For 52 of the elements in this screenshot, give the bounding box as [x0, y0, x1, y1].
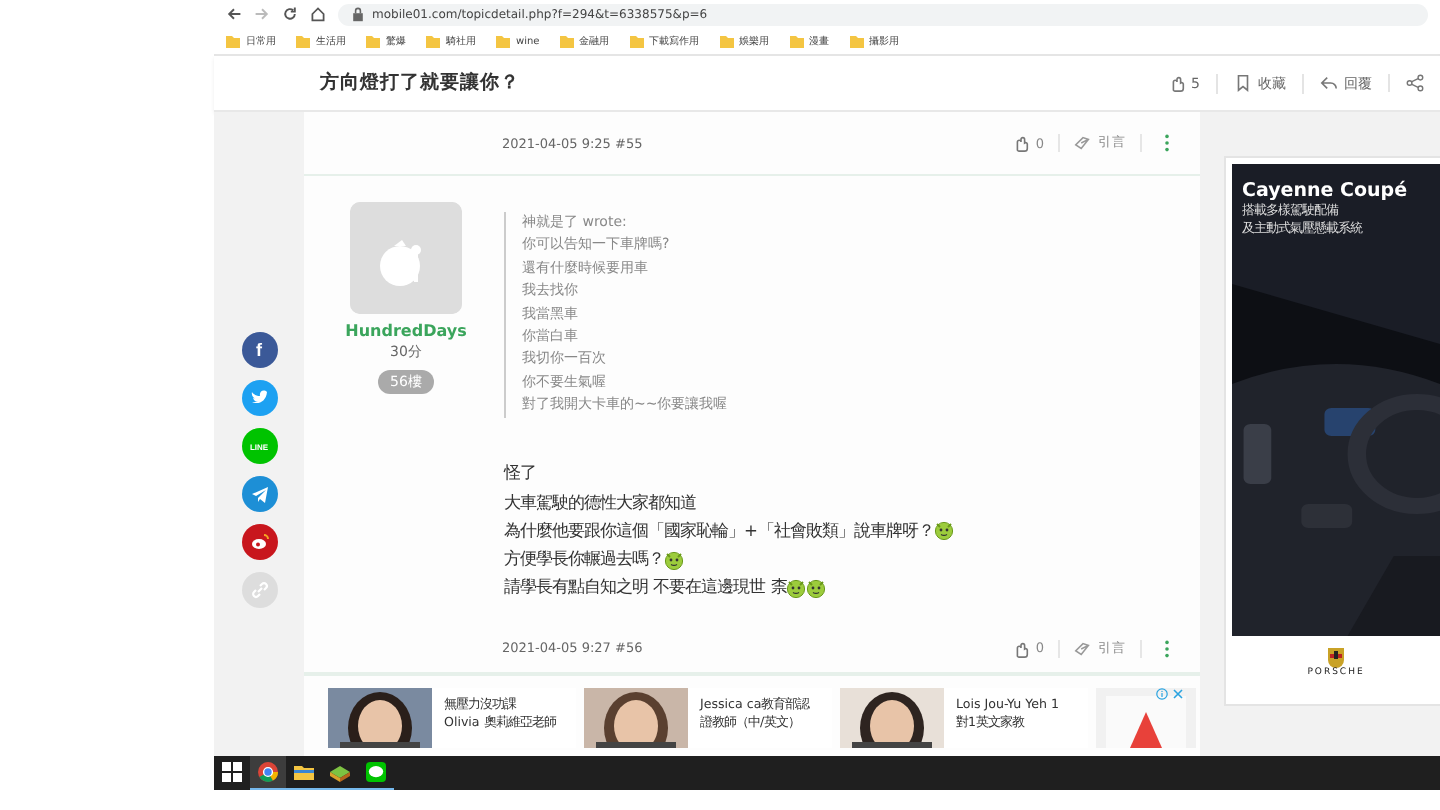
more-icon[interactable]	[1164, 134, 1170, 152]
folder-icon	[496, 35, 510, 47]
smiley-icon	[786, 577, 807, 598]
folder-icon	[426, 35, 440, 47]
facebook-share-button[interactable]: f	[241, 332, 277, 368]
hand-icon	[1011, 639, 1030, 657]
back-icon[interactable]	[226, 6, 242, 22]
reply-icon	[1320, 74, 1338, 92]
post-text: 怪了	[504, 462, 536, 485]
hand-icon	[1011, 134, 1030, 152]
folder-icon	[366, 35, 380, 47]
smiley-icon	[806, 577, 827, 598]
telegram-share-button[interactable]	[241, 476, 277, 512]
post-text: 大車駕駛的德性大家都知道	[504, 491, 696, 514]
link-icon	[249, 580, 269, 600]
folder-icon	[629, 35, 644, 47]
ad-headline: Cayenne Coupé	[1242, 180, 1408, 202]
close-icon[interactable]	[1172, 688, 1184, 700]
share-icon	[1406, 74, 1424, 92]
info-icon[interactable]	[1156, 688, 1168, 700]
smiley-icon	[933, 520, 954, 541]
post-text: 請學長有點自知之明 不要在這邊現世 柰	[504, 576, 787, 599]
folder-icon	[719, 35, 734, 47]
weibo-share-button[interactable]	[241, 524, 277, 560]
browser-icon	[258, 762, 278, 782]
quote-icon	[1074, 639, 1092, 657]
windows-icon	[222, 762, 242, 782]
folder-icon	[559, 35, 574, 47]
folder-icon	[296, 35, 310, 47]
home-icon[interactable]	[310, 6, 326, 22]
folder-icon	[789, 35, 804, 47]
taskbar-app[interactable]	[250, 756, 286, 790]
chat-icon	[366, 762, 386, 782]
folder-icon	[849, 35, 864, 47]
eye-logo-icon	[249, 532, 269, 552]
post-text: 方便學長你輾過去嗎？	[504, 548, 664, 571]
lock-icon	[350, 6, 366, 22]
topic-title: 方向燈打了就要讓你？	[320, 70, 520, 96]
bird-icon	[249, 388, 269, 408]
quote-icon	[1074, 134, 1092, 152]
game-icon	[330, 762, 350, 782]
paper-plane-icon	[249, 484, 269, 504]
smiley-icon	[664, 549, 684, 570]
hand-icon	[1167, 74, 1186, 92]
twitter-share-button[interactable]	[241, 380, 277, 416]
folder-icon	[226, 35, 240, 47]
post-text: 為什麼他要跟你這個「國家恥輪」+「社會敗類」說車牌呀？	[504, 519, 934, 542]
crest-icon	[1328, 648, 1344, 668]
more-icon[interactable]	[1164, 639, 1170, 657]
bookmark-icon	[1234, 74, 1252, 92]
folder-icon	[294, 762, 314, 782]
reload-icon[interactable]	[282, 6, 298, 22]
